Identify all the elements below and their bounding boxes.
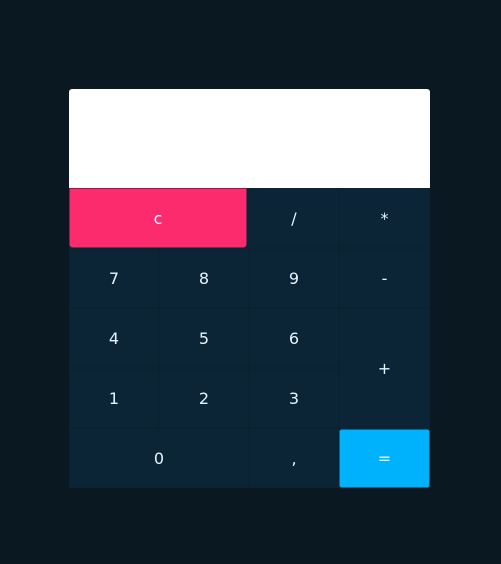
calculator: c / * 7 8 9 - 4 5 6 + 1 2 3 0 , =: [69, 89, 430, 488]
digit-3-button[interactable]: 3: [249, 368, 339, 428]
digit-8-button[interactable]: 8: [159, 248, 249, 308]
minus-button[interactable]: -: [339, 248, 430, 308]
digit-1-button[interactable]: 1: [69, 368, 159, 428]
clear-button[interactable]: c: [69, 188, 247, 248]
calculator-display: [69, 89, 430, 188]
digit-5-button[interactable]: 5: [159, 308, 249, 368]
divide-button[interactable]: /: [249, 188, 339, 248]
equals-button[interactable]: =: [339, 429, 430, 488]
digit-9-button[interactable]: 9: [249, 248, 339, 308]
digit-4-button[interactable]: 4: [69, 308, 159, 368]
comma-button[interactable]: ,: [249, 428, 339, 488]
digit-6-button[interactable]: 6: [249, 308, 339, 368]
digit-7-button[interactable]: 7: [69, 248, 159, 308]
multiply-button[interactable]: *: [339, 188, 430, 248]
keypad: c / * 7 8 9 - 4 5 6 + 1 2 3 0 , =: [69, 188, 430, 488]
digit-0-button[interactable]: 0: [69, 428, 249, 488]
digit-2-button[interactable]: 2: [159, 368, 249, 428]
plus-button[interactable]: +: [339, 308, 430, 428]
